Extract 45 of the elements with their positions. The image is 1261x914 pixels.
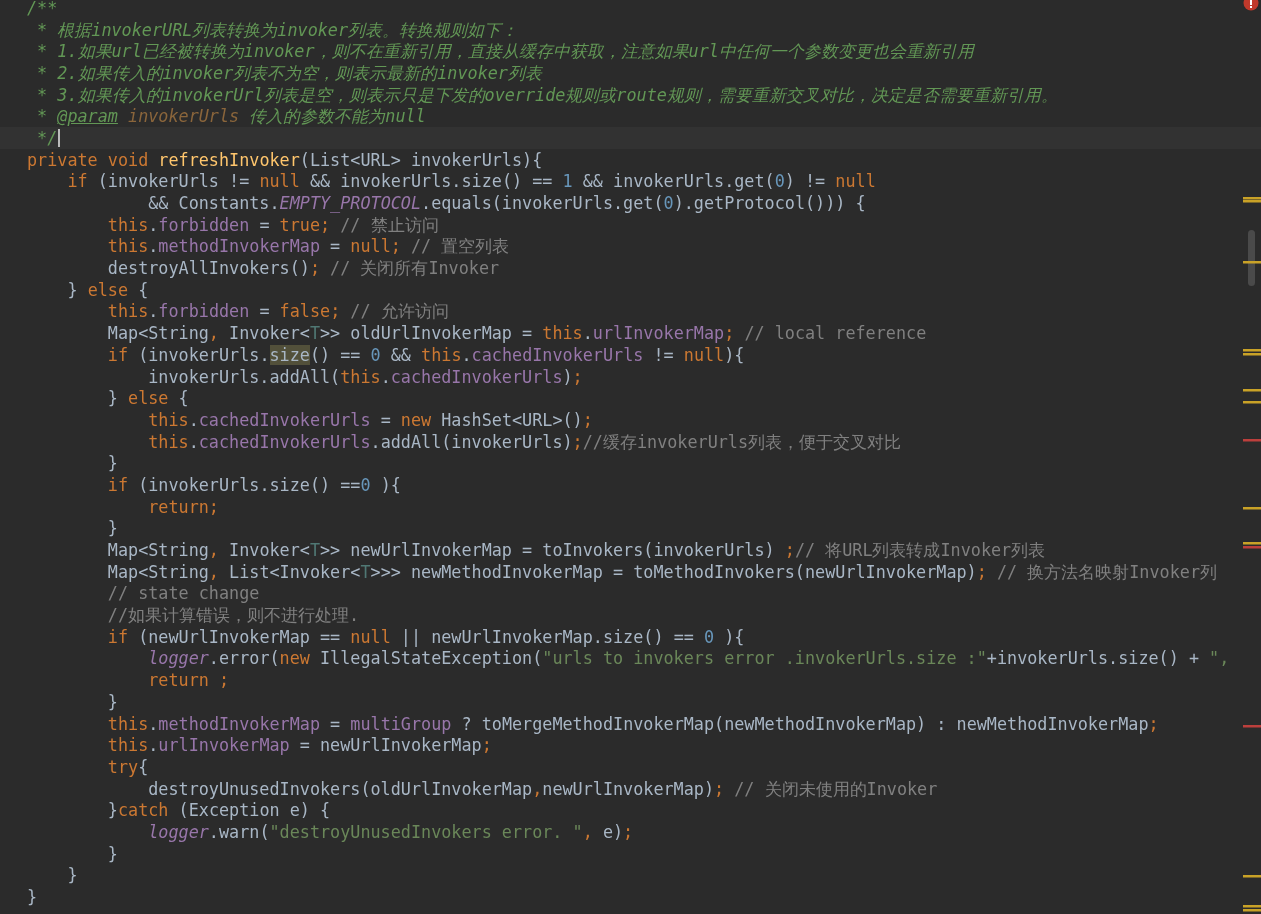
code-line: }	[106, 690, 118, 713]
code-line: Map<String, List<Invoker<T>>> newMethodInvokerMap = toMethodInvokers(newUrlInvokerMap); // 换方法名映射Invoker列	[106, 560, 1217, 583]
code-line: Map<String, Invoker<T>> newUrlInvokerMap = toInvokers(invokerUrls) ;// 将URL列表转成Invoker列表	[106, 539, 1046, 562]
code-line: }	[27, 886, 38, 909]
code-line: this.cachedInvokerUrls.addAll(invokerUrls);//缓存invokerUrls列表，便于交叉对比	[147, 430, 902, 453]
code-line: if (invokerUrls.size() ==0 ){	[106, 473, 401, 496]
scrollbar-thumb[interactable]	[1248, 230, 1255, 286]
code-line: this.cachedInvokerUrls = new HashSet<URL>();	[147, 408, 593, 431]
code-line: this.methodInvokerMap = null; // 置空列表	[106, 235, 510, 258]
code-line: logger.warn("destroyUnusedInvokers error. ", e);	[147, 820, 634, 843]
code-line: //如果计算错误，则不进行处理.	[106, 604, 360, 627]
code-line: */	[36, 126, 58, 149]
code-line: if (invokerUrls != null && invokerUrls.size() == 1 && invokerUrls.get(0) != null	[66, 170, 876, 193]
code-line: destroyUnusedInvokers(oldUrlInvokerMap,newUrlInvokerMap); // 关闭未使用的Invoker	[147, 777, 938, 800]
code-line: try{	[106, 755, 149, 778]
text-cursor	[58, 128, 61, 147]
code-line: if (invokerUrls.size() == 0 && this.cachedInvokerUrls != null){	[106, 343, 745, 366]
code-line: }	[66, 864, 78, 887]
code-line: * 1.如果url已经被转换为invoker，则不在重新引用，直接从缓存中获取，注意如果url中任何一个参数变更也会重新引用	[36, 40, 974, 63]
code-line: }	[106, 517, 118, 540]
code-line: this.methodInvokerMap = multiGroup ? toMergeMethodInvokerMap(newMethodInvokerMap) : newMethodInvokerMap;	[106, 712, 1159, 735]
code-line: return;	[147, 495, 219, 518]
code-line: * 3.如果传入的invokerUrl列表是空，则表示只是下发的override规则或route规则，需要重新交叉对比，决定是否需要重新引用。	[36, 83, 1058, 106]
code-editor[interactable]	[0, 0, 1261, 914]
code-line: /**	[27, 0, 58, 19]
code-line: // state change	[106, 582, 260, 605]
code-line: }catch (Exception e) {	[106, 799, 331, 822]
code-line: * 2.如果传入的invoker列表不为空，则表示最新的invoker列表	[36, 61, 542, 84]
code-line: && Constants.EMPTY_PROTOCOL.equals(invokerUrls.get(0).getProtocol())) {	[147, 192, 866, 215]
code-line: }	[106, 842, 118, 865]
code-line: } else {	[106, 387, 189, 410]
code-line: invokerUrls.addAll(this.cachedInvokerUrls);	[147, 365, 583, 388]
code-line: if (newUrlInvokerMap == null || newUrlInvokerMap.size() == 0 ){	[106, 625, 745, 648]
code-line: destroyAllInvokers(); // 关闭所有Invoker	[106, 257, 500, 280]
code-line: private void refreshInvoker(List<URL> invokerUrls){	[27, 148, 543, 171]
code-line: Map<String, Invoker<T>> oldUrlInvokerMap = this.urlInvokerMap; // local reference	[106, 322, 927, 345]
code-line: * @param invokerUrls 传入的参数不能为null	[36, 105, 426, 128]
code-line: this.urlInvokerMap = newUrlInvokerMap;	[106, 734, 492, 757]
code-line: * 根据invokerURL列表转换为invoker列表。转换规则如下：	[36, 18, 519, 41]
code-line: this.forbidden = true; // 禁止访问	[106, 213, 439, 236]
code-line: return ;	[147, 669, 230, 692]
code-line: }	[106, 452, 118, 475]
code-line: } else {	[66, 278, 149, 301]
code-line: this.forbidden = false; // 允许访问	[106, 300, 449, 323]
code-line: logger.error(new IllegalStateException("urls to invokers error .invokerUrls.size :"+invokerUrls.size() + ",	[147, 647, 1230, 670]
